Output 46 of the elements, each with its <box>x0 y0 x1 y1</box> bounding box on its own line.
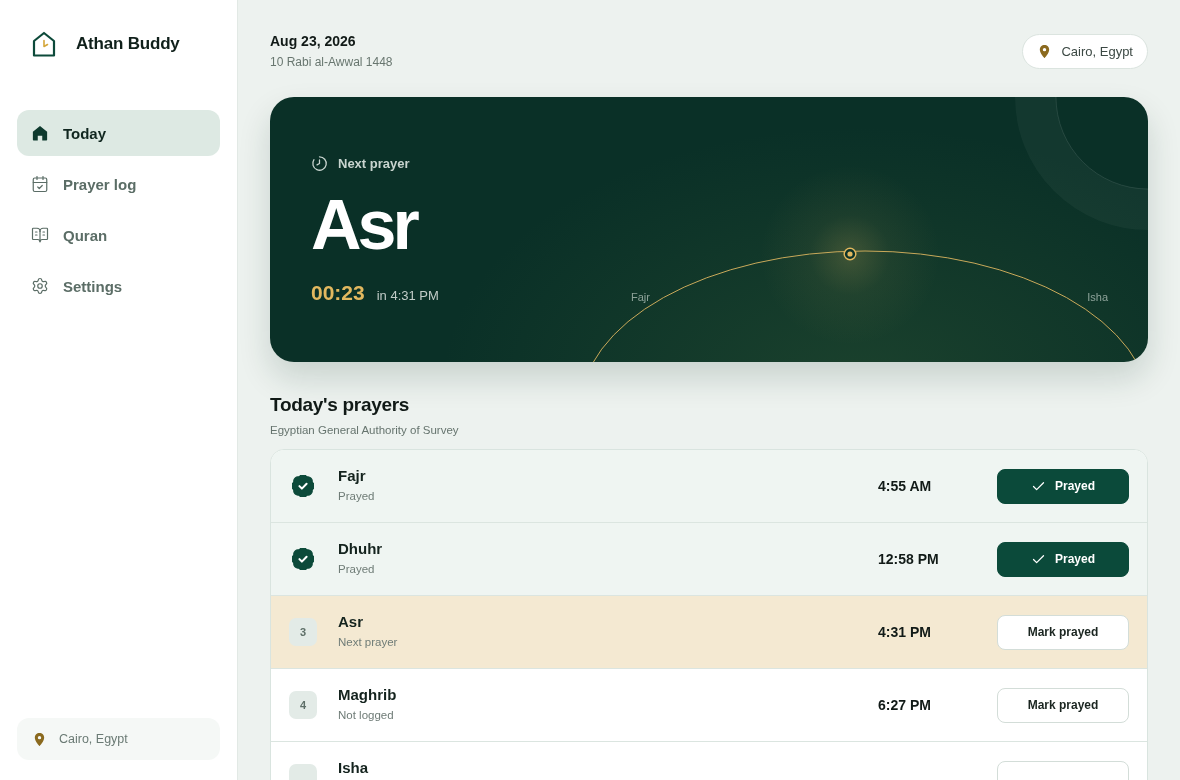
nav-item[interactable]: Today <box>17 110 220 156</box>
location-button[interactable]: Cairo, Egypt <box>1022 34 1148 69</box>
prayed-button[interactable]: Prayed <box>997 541 1129 577</box>
arc-end-label: Isha <box>1087 290 1108 304</box>
prayer-time: 12:58 PM <box>878 551 939 567</box>
section-title: Today's prayers <box>270 393 411 417</box>
prayer-status: Prayed <box>338 562 375 577</box>
prayed-button[interactable]: Prayed <box>997 468 1129 504</box>
sun-marker-icon <box>843 247 857 261</box>
next-prayer-name: Asr <box>311 190 416 260</box>
arc-start-label: Fajr <box>631 290 650 304</box>
prayer-time: 4:55 AM <box>878 478 932 494</box>
prayer-status: Next prayer <box>338 635 398 650</box>
mark-prayed-button[interactable]: Mark prayed <box>997 687 1129 723</box>
calendar-check-icon <box>31 175 49 193</box>
location-chip[interactable]: Cairo, Egypt <box>17 718 220 760</box>
prayer-status: Prayed <box>338 489 375 504</box>
logo-icon <box>32 31 56 57</box>
prayer-name: Isha <box>338 759 368 777</box>
prayer-name: Maghrib <box>338 686 397 704</box>
nav-item[interactable]: Prayer log <box>17 161 220 207</box>
next-prayer-label: Next prayer <box>338 155 410 172</box>
settings-icon <box>31 277 49 295</box>
map-pin-icon <box>32 731 47 747</box>
prayer-name: Asr <box>338 613 363 631</box>
prayer-name: Dhuhr <box>338 540 383 558</box>
prayer-status: Not logged <box>338 708 394 723</box>
hijri-date: 10 Rabi al-Awwal 1448 <box>270 54 393 70</box>
nav-item[interactable]: Settings <box>17 263 220 309</box>
nav-item[interactable]: Quran <box>17 212 220 258</box>
prayer-name: Fajr <box>338 467 366 485</box>
prayer-number: 3 <box>289 618 317 646</box>
open-book-icon <box>31 226 49 244</box>
home-icon <box>31 124 49 142</box>
next-prayer-time: in 4:31 PM <box>376 288 439 303</box>
prayer-number: 4 <box>289 691 317 719</box>
prayer-time: 6:27 PM <box>878 697 931 713</box>
countdown: 00:23 <box>311 281 365 305</box>
timer-icon <box>311 155 328 172</box>
mark-prayed-button[interactable]: Mark prayed <box>997 614 1129 650</box>
check-badge-icon <box>292 548 314 570</box>
prayer-time: 4:31 PM <box>878 624 931 640</box>
gregorian-date: Aug 23, 2026 <box>270 33 357 50</box>
app-name: Athan Buddy <box>76 34 180 54</box>
calculation-method: Egyptian General Authority of Survey <box>270 423 460 438</box>
check-badge-icon <box>292 475 314 497</box>
